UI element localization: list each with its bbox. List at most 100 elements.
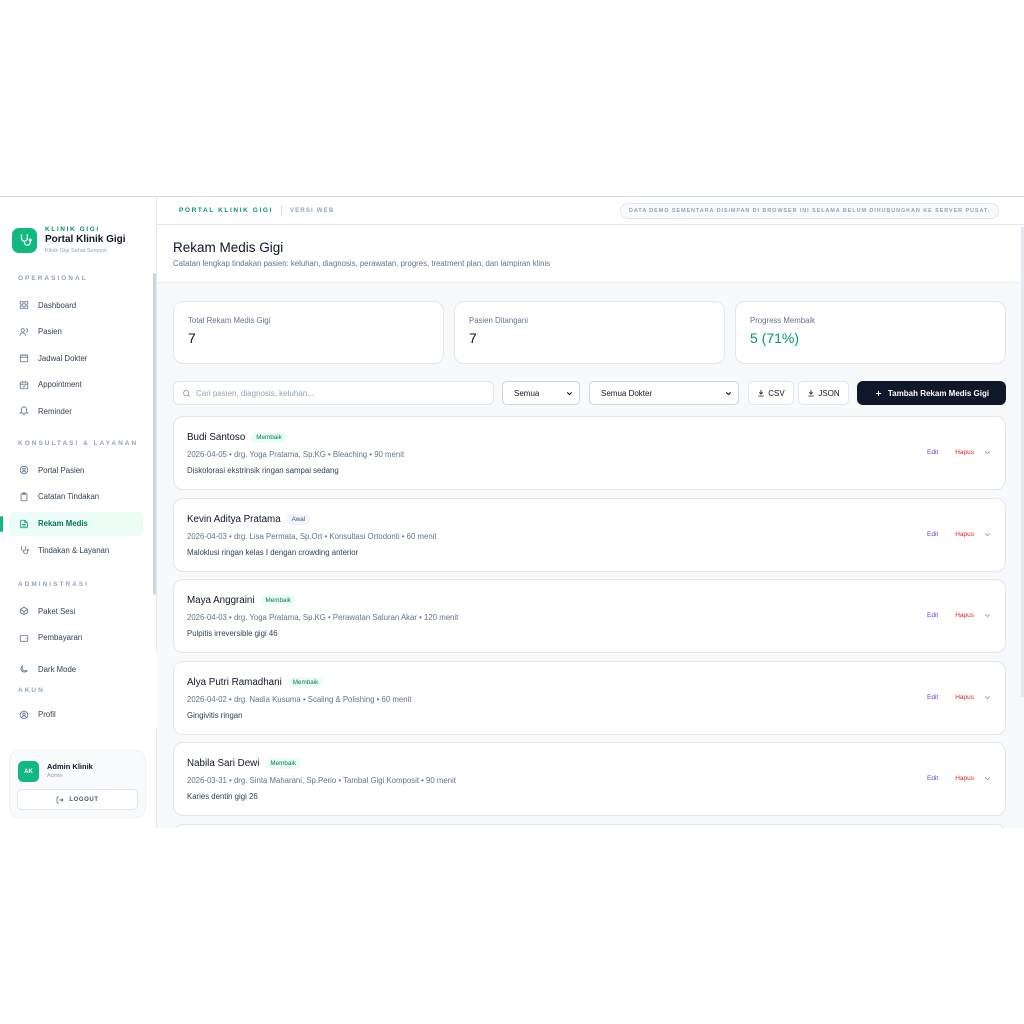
status-badge: Membaik bbox=[265, 758, 301, 769]
doctor-filter-select[interactable]: Semua Dokter bbox=[589, 381, 739, 405]
sidebar: KLINIK GIGI Portal Klinik Gigi Klinik Gi… bbox=[0, 197, 157, 828]
download-icon bbox=[807, 389, 815, 397]
logout-icon bbox=[56, 796, 64, 804]
search-input[interactable] bbox=[196, 388, 486, 398]
sidebar-scrollbar[interactable] bbox=[153, 273, 156, 595]
page-title: Rekam Medis Gigi bbox=[173, 240, 284, 255]
logout-button[interactable]: LOGOUT bbox=[17, 789, 138, 810]
dark-mode-toggle[interactable]: Dark Mode bbox=[9, 657, 148, 681]
edit-link[interactable]: Edit bbox=[927, 612, 938, 619]
chevron-down-icon[interactable] bbox=[983, 611, 992, 620]
export-csv-button[interactable]: CSV bbox=[748, 381, 794, 405]
stat-label: Total Rekam Medis Gigi bbox=[188, 316, 271, 325]
sidebar-item-profil[interactable]: Profil bbox=[9, 703, 148, 727]
record-meta: 2026-04-03 • drg. Yoga Pratama, Sp.KG • … bbox=[187, 613, 459, 622]
status-badge: Membaik bbox=[251, 432, 287, 443]
delete-link[interactable]: Hapus bbox=[955, 612, 974, 619]
status-badge: Awal bbox=[286, 513, 311, 525]
user-circle-icon bbox=[18, 709, 30, 721]
file-text-icon bbox=[18, 518, 30, 530]
sidebar-item-tindakan-layanan[interactable]: Tindakan & Layanan bbox=[9, 538, 143, 562]
record-card[interactable]: Alya Putri Ramadhani Membaik 2026-04-02 … bbox=[173, 660, 1006, 735]
record-card[interactable]: Nabila Sari Dewi Membaik 2026-03-31 • dr… bbox=[173, 742, 1006, 816]
grid-icon bbox=[18, 299, 30, 311]
package-icon bbox=[18, 605, 30, 617]
chevron-down-icon[interactable] bbox=[983, 693, 992, 702]
status-badge: Membaik bbox=[287, 676, 324, 688]
edit-link[interactable]: Edit bbox=[927, 449, 938, 456]
record-header: Budi Santoso Membaik bbox=[187, 432, 287, 443]
record-card[interactable]: Kevin Aditya Pratama Awal 2026-04-03 • d… bbox=[173, 497, 1006, 572]
record-header: Maya Anggraini Membaik bbox=[187, 595, 297, 606]
stat-label: Progress Membaik bbox=[750, 316, 815, 325]
edit-link[interactable]: Edit bbox=[927, 531, 938, 538]
stat-card-progress: Progress Membaik 5 (71%) bbox=[735, 301, 1006, 364]
chevron-down-icon[interactable] bbox=[983, 774, 992, 783]
page-header: Rekam Medis Gigi Catatan lengkap tindaka… bbox=[157, 225, 1024, 283]
stethoscope-logo-icon bbox=[12, 227, 37, 253]
chevron-down-icon[interactable] bbox=[983, 530, 992, 539]
doctor-filter-value: Semua Dokter bbox=[601, 388, 653, 398]
sidebar-item-jadwal-dokter[interactable]: Jadwal Dokter bbox=[9, 346, 143, 370]
sidebar-item-label: Appointment bbox=[38, 380, 82, 390]
stat-value: 5 (71%) bbox=[750, 330, 800, 346]
search-box bbox=[173, 381, 494, 405]
delete-link[interactable]: Hapus bbox=[955, 694, 974, 701]
record-card-partial[interactable] bbox=[173, 823, 1006, 828]
topbar-brand: PORTAL KLINIK GIGI bbox=[179, 207, 273, 214]
status-filter-select[interactable]: Semua bbox=[502, 381, 580, 405]
user-circle-icon bbox=[18, 464, 30, 476]
plus-icon bbox=[874, 389, 883, 398]
sidebar-item-label: Rekam Medis bbox=[38, 519, 88, 529]
sidebar-item-label: Pembayaran bbox=[38, 633, 83, 643]
user-card: AK Admin Klinik Admin LOGOUT bbox=[9, 750, 146, 818]
sidebar-item-rekam-medis[interactable]: Rekam Medis bbox=[0, 511, 143, 536]
version-label: VERSI WEB bbox=[289, 207, 335, 214]
sidebar-item-pembayaran[interactable]: Pembayaran bbox=[9, 626, 143, 649]
sidebar-item-paket-sesi[interactable]: Paket Sesi bbox=[9, 599, 143, 623]
clipboard-icon bbox=[18, 491, 30, 503]
section-label-akun: AKUN bbox=[18, 687, 45, 695]
export-json-button[interactable]: JSON bbox=[798, 381, 849, 405]
edit-link[interactable]: Edit bbox=[927, 694, 938, 701]
record-diagnosis: Diskolorasi ekstrinsik ringan sampai sed… bbox=[187, 466, 339, 475]
sidebar-bottom: Dark Mode AKUN Profil bbox=[0, 651, 157, 730]
record-diagnosis: Pulpitis irreversible gigi 46 bbox=[187, 629, 278, 638]
chevron-down-icon bbox=[565, 389, 574, 398]
record-card[interactable]: Maya Anggraini Membaik 2026-04-03 • drg.… bbox=[173, 579, 1006, 653]
add-record-button[interactable]: Tambah Rekam Medis Gigi bbox=[857, 381, 1006, 405]
delete-link[interactable]: Hapus bbox=[955, 775, 974, 782]
sidebar-item-reminder[interactable]: Reminder bbox=[9, 399, 143, 423]
sidebar-item-label: Reminder bbox=[38, 406, 72, 416]
sidebar-item-dashboard[interactable]: Dashboard bbox=[9, 293, 143, 317]
stat-value: 7 bbox=[469, 330, 477, 346]
record-actions: Edit Hapus bbox=[927, 611, 992, 620]
json-label: JSON bbox=[818, 388, 840, 398]
sidebar-item-catatan-tindakan[interactable]: Catatan Tindakan bbox=[9, 485, 143, 509]
delete-link[interactable]: Hapus bbox=[955, 531, 974, 538]
section-label-konsultasi: KONSULTASI & LAYANAN bbox=[18, 439, 139, 447]
search-icon bbox=[182, 389, 191, 398]
record-card[interactable]: Budi Santoso Membaik 2026-04-05 • drg. Y… bbox=[173, 416, 1006, 490]
download-icon bbox=[757, 389, 765, 397]
users-icon bbox=[18, 326, 30, 338]
record-actions: Edit Hapus bbox=[927, 774, 992, 783]
demo-notice-badge: DATA DEMO SEMENTARA DISIMPAN DI BROWSER … bbox=[620, 203, 999, 219]
sidebar-item-appointment[interactable]: Appointment bbox=[9, 373, 143, 397]
wallet-icon bbox=[18, 632, 30, 644]
edit-link[interactable]: Edit bbox=[927, 775, 938, 782]
calendar-icon bbox=[18, 352, 30, 364]
sidebar-item-label: Jadwal Dokter bbox=[38, 353, 88, 363]
delete-link[interactable]: Hapus bbox=[955, 449, 974, 456]
patient-name: Budi Santoso bbox=[187, 432, 246, 443]
stat-label: Pasien Ditangani bbox=[469, 316, 528, 325]
record-header: Nabila Sari Dewi Membaik bbox=[187, 758, 301, 769]
chevron-down-icon[interactable] bbox=[983, 448, 992, 457]
brand-title: Portal Klinik Gigi bbox=[45, 234, 126, 245]
sidebar-item-pasien[interactable]: Pasien bbox=[9, 320, 143, 344]
record-diagnosis: Maloklusi ringan kelas I dengan crowding… bbox=[187, 547, 359, 557]
calendar-check-icon bbox=[18, 379, 30, 391]
sidebar-item-label: Dashboard bbox=[38, 300, 77, 310]
sidebar-item-portal-pasien[interactable]: Portal Pasien bbox=[9, 458, 143, 482]
dark-mode-label: Dark Mode bbox=[38, 664, 77, 674]
